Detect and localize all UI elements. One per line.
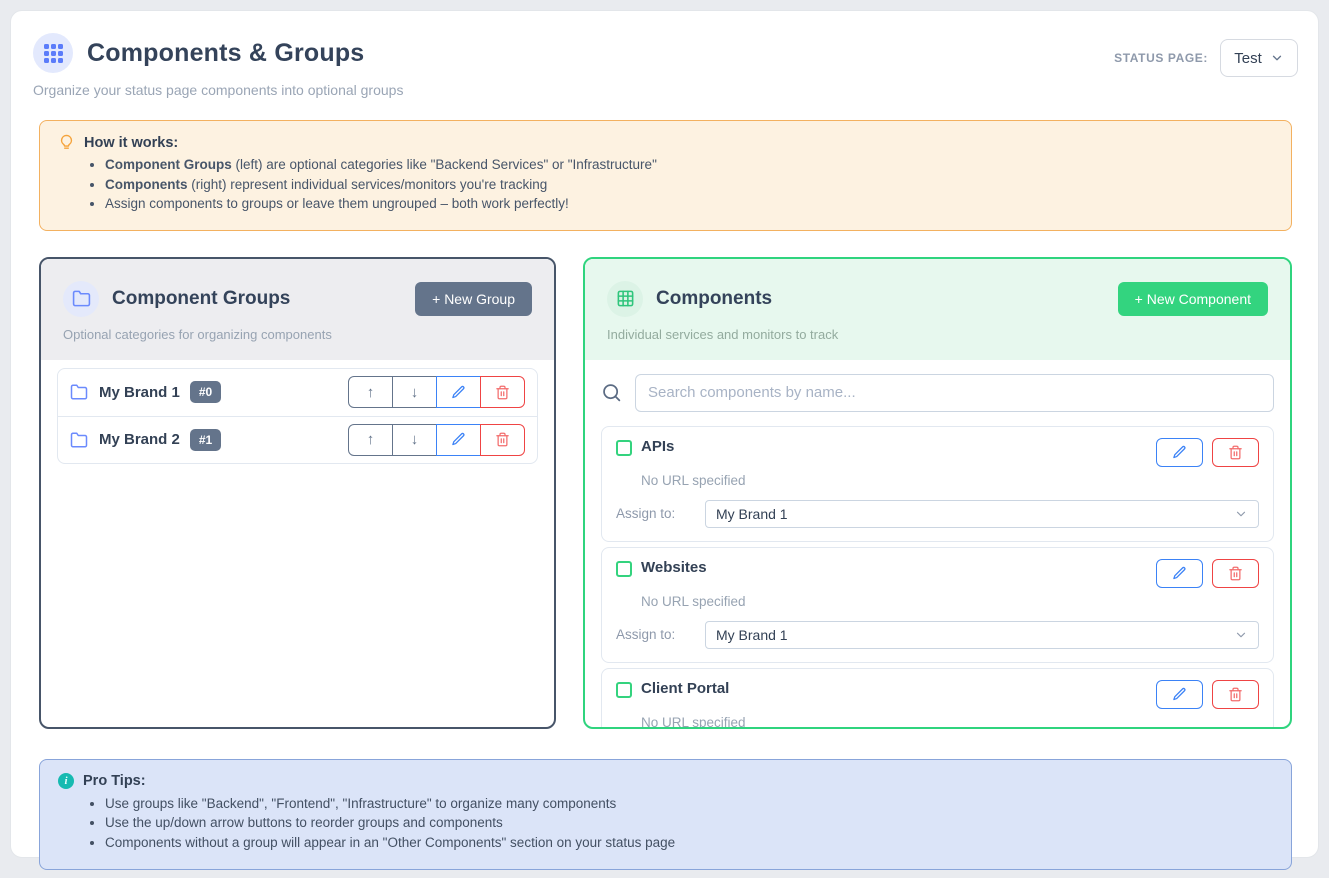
- trash-icon: [495, 432, 510, 447]
- status-page-value: Test: [1234, 50, 1262, 67]
- move-down-button[interactable]: ↓: [392, 424, 437, 456]
- group-name: My Brand 1: [99, 384, 180, 401]
- delete-group-button[interactable]: [480, 376, 525, 408]
- move-down-button[interactable]: ↓: [392, 376, 437, 408]
- component-card: Client Portal No URL specified Assign to…: [601, 668, 1274, 729]
- move-up-button[interactable]: ↑: [348, 424, 393, 456]
- pro-tip-bullet: Use the up/down arrow buttons to reorder…: [105, 815, 1273, 830]
- page-subtitle: Organize your status page components int…: [33, 82, 403, 98]
- edit-group-button[interactable]: [436, 376, 481, 408]
- arrow-down-icon: ↓: [411, 384, 419, 401]
- assign-group-select[interactable]: My Brand 1: [705, 500, 1259, 528]
- component-card: APIs No URL specified Assign to: My Bran…: [601, 426, 1274, 542]
- panels-row: Component Groups + New Group Optional ca…: [39, 257, 1292, 729]
- components-panel-subtitle: Individual services and monitors to trac…: [607, 327, 1268, 342]
- assign-to-label: Assign to:: [616, 506, 705, 521]
- trash-icon: [1228, 566, 1243, 581]
- page-header: Components & Groups Organize your status…: [29, 27, 1302, 98]
- pencil-icon: [1172, 687, 1187, 702]
- delete-component-button[interactable]: [1212, 680, 1259, 709]
- chevron-down-icon: [1234, 507, 1248, 521]
- search-icon: [601, 382, 622, 403]
- new-component-button[interactable]: + New Component: [1118, 282, 1268, 316]
- component-checkbox-icon: [616, 440, 632, 456]
- how-it-works-bullet: Assign components to groups or leave the…: [105, 196, 1273, 211]
- components-panel: Components + New Component Individual se…: [583, 257, 1292, 729]
- group-row: My Brand 2 #1 ↑ ↓: [58, 416, 537, 463]
- pro-tips-list: Use groups like "Backend", "Frontend", "…: [105, 796, 1273, 850]
- components-panel-title: Components: [656, 288, 772, 310]
- pro-tip-bullet: Use groups like "Backend", "Frontend", "…: [105, 796, 1273, 811]
- edit-component-button[interactable]: [1156, 438, 1203, 467]
- how-it-works-box: How it works: Component Groups (left) ar…: [39, 120, 1292, 231]
- assign-group-select[interactable]: My Brand 1: [705, 621, 1259, 649]
- how-it-works-bullet: Component Groups (left) are optional cat…: [105, 157, 1273, 172]
- main-card: Components & Groups Organize your status…: [10, 10, 1319, 858]
- delete-component-button[interactable]: [1212, 438, 1259, 467]
- folder-icon: [70, 431, 88, 449]
- component-checkbox-icon: [616, 561, 632, 577]
- status-page-select[interactable]: Test: [1220, 39, 1298, 77]
- assigned-group-value: My Brand 1: [716, 506, 1234, 522]
- delete-component-button[interactable]: [1212, 559, 1259, 588]
- folder-icon: [63, 281, 99, 317]
- page-title: Components & Groups: [87, 39, 364, 68]
- trash-icon: [1228, 445, 1243, 460]
- pencil-icon: [1172, 566, 1187, 581]
- how-it-works-bullet: Components (right) represent individual …: [105, 177, 1273, 192]
- move-up-button[interactable]: ↑: [348, 376, 393, 408]
- component-checkbox-icon: [616, 682, 632, 698]
- edit-component-button[interactable]: [1156, 559, 1203, 588]
- pro-tip-bullet: Components without a group will appear i…: [105, 835, 1273, 850]
- groups-panel-title: Component Groups: [112, 288, 290, 310]
- lightbulb-icon: [58, 134, 75, 151]
- components-panel-header: Components + New Component Individual se…: [585, 259, 1290, 360]
- chevron-down-icon: [1270, 51, 1284, 65]
- search-input[interactable]: [635, 374, 1274, 412]
- group-name: My Brand 2: [99, 431, 180, 448]
- pro-tips-title: Pro Tips:: [83, 773, 146, 789]
- status-page-label: STATUS PAGE:: [1114, 51, 1208, 65]
- component-url-note: No URL specified: [641, 594, 1259, 609]
- pencil-icon: [1172, 445, 1187, 460]
- arrow-up-icon: ↑: [367, 431, 375, 448]
- edit-component-button[interactable]: [1156, 680, 1203, 709]
- table-grid-icon: [607, 281, 643, 317]
- chevron-down-icon: [1234, 628, 1248, 642]
- arrow-up-icon: ↑: [367, 384, 375, 401]
- trash-icon: [495, 385, 510, 400]
- group-order-badge: #1: [190, 429, 221, 451]
- group-list: My Brand 1 #0 ↑ ↓ My Brand 2 #1 ↑ ↓: [57, 368, 538, 464]
- component-url-note: No URL specified: [641, 715, 1259, 729]
- component-name: Client Portal: [641, 680, 729, 697]
- assign-to-label: Assign to:: [616, 627, 705, 642]
- folder-icon: [70, 383, 88, 401]
- component-name: Websites: [641, 559, 707, 576]
- components-grid-icon: [33, 33, 73, 73]
- assigned-group-value: My Brand 1: [716, 627, 1234, 643]
- new-group-button[interactable]: + New Group: [415, 282, 532, 316]
- trash-icon: [1228, 687, 1243, 702]
- arrow-down-icon: ↓: [411, 431, 419, 448]
- component-card: Websites No URL specified Assign to: My …: [601, 547, 1274, 663]
- info-icon: i: [58, 773, 74, 789]
- pro-tips-box: i Pro Tips: Use groups like "Backend", "…: [39, 759, 1292, 871]
- component-list: APIs No URL specified Assign to: My Bran…: [601, 426, 1274, 729]
- edit-group-button[interactable]: [436, 424, 481, 456]
- how-it-works-title: How it works:: [84, 135, 178, 151]
- pencil-icon: [451, 432, 466, 447]
- delete-group-button[interactable]: [480, 424, 525, 456]
- group-order-badge: #0: [190, 381, 221, 403]
- component-url-note: No URL specified: [641, 473, 1259, 488]
- groups-panel-subtitle: Optional categories for organizing compo…: [63, 327, 532, 342]
- component-name: APIs: [641, 438, 674, 455]
- group-row: My Brand 1 #0 ↑ ↓: [58, 369, 537, 416]
- how-it-works-list: Component Groups (left) are optional cat…: [105, 157, 1273, 211]
- groups-panel-header: Component Groups + New Group Optional ca…: [41, 259, 554, 360]
- component-groups-panel: Component Groups + New Group Optional ca…: [39, 257, 556, 729]
- pencil-icon: [451, 385, 466, 400]
